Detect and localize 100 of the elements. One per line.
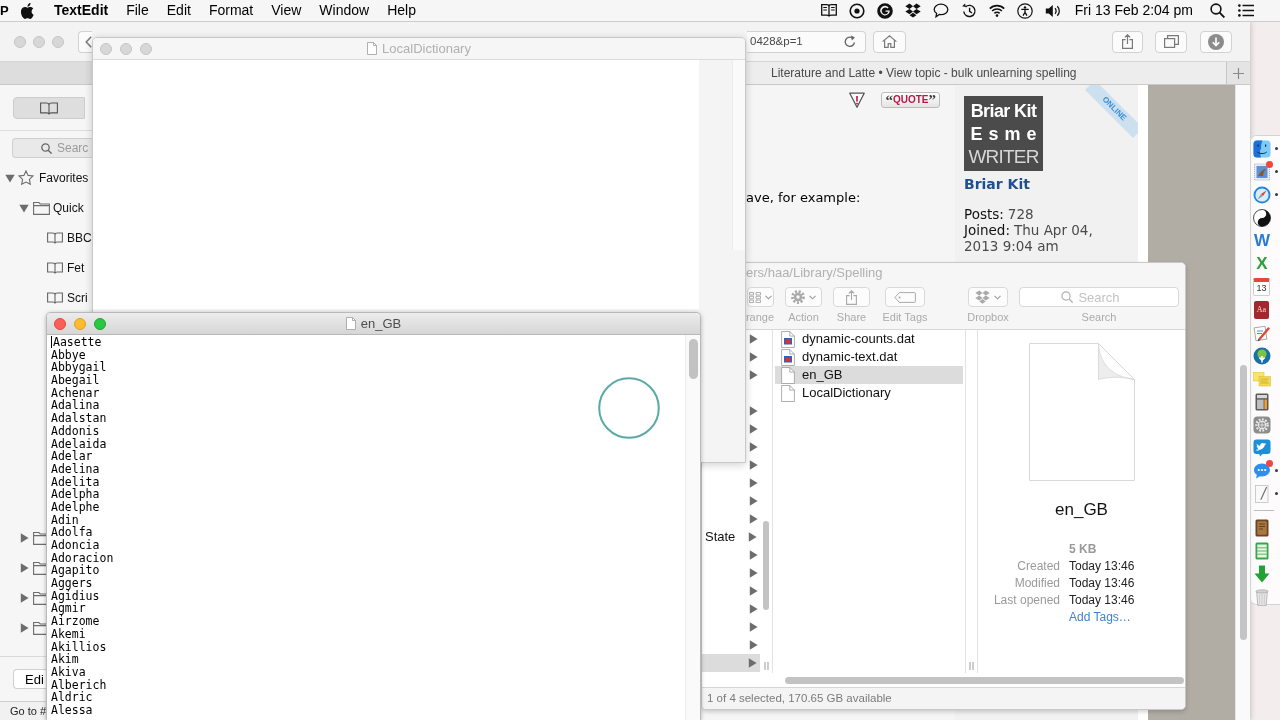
postage-stamp-icon[interactable] [1253,162,1271,181]
pencil-paper-icon[interactable] [1253,323,1271,342]
paper-pen-icon[interactable] [1253,484,1271,503]
target-icon[interactable] [848,2,865,19]
accessibility-icon[interactable] [1016,2,1033,19]
finder-item[interactable]: dynamic-counts.dat [775,330,963,348]
add-tags-link[interactable]: Add Tags… [1069,609,1185,626]
calculator-icon[interactable] [1253,392,1271,411]
search-field[interactable]: Searc [12,138,92,158]
finder-item[interactable]: en_GB [775,366,963,384]
menu-extra-glyph[interactable]: P [0,4,10,17]
reload-icon[interactable] [844,35,856,48]
menu-item[interactable]: Format [208,0,254,21]
address-field[interactable]: 0428&p=1 [747,30,866,53]
quote-button[interactable]: “QUOTE” [881,92,940,108]
tag-icon [894,291,916,303]
smiling-face-icon[interactable] [1253,139,1271,158]
yin-yang-icon[interactable] [1253,208,1271,227]
new-tab-button[interactable] [1226,62,1250,84]
detail-value: Today 13:46 [1069,558,1136,575]
search-field[interactable]: Search [1019,287,1179,307]
dictionary-word: Adalina [51,399,100,413]
scrollbar-thumb[interactable] [785,676,1184,684]
browser-tab[interactable]: Literature and Latte • View topic - bulk unlearning spelling [746,62,1226,84]
disclosure-triangle-icon[interactable] [19,563,29,573]
app-menu[interactable]: TextEdit [54,0,109,21]
sidebar-item-label[interactable]: Fet [67,259,85,277]
disclosure-triangle-icon[interactable] [19,623,29,633]
warning-icon[interactable] [849,92,866,108]
document-icon [345,317,356,330]
speaker-icon[interactable] [1044,3,1061,18]
speech-bubble-icon[interactable] [932,3,949,18]
book-icon[interactable] [1253,518,1271,537]
dictionary-word: Adoracion [51,551,115,565]
disclosure-triangle-icon[interactable] [19,533,29,543]
sidebar-item-label[interactable]: BBC [67,229,92,247]
circle-swirl-icon[interactable] [876,2,893,19]
sidebar-item-label[interactable]: Quick [53,199,84,217]
dictionary-word: Agmir [51,602,86,616]
detail-value: Today 13:46 [1069,592,1136,609]
wifi-icon[interactable] [988,4,1005,17]
apple-logo-icon[interactable] [21,2,34,19]
search-icon[interactable] [1210,3,1225,18]
zoom-button[interactable] [94,317,106,330]
share-button[interactable] [1112,30,1143,53]
app-letter-logo[interactable]: W [1253,231,1271,250]
scrollbar-thumb[interactable] [763,521,769,610]
dictionary-word: Achenar [51,386,101,400]
disclosure-triangle-icon[interactable] [5,173,15,183]
profile-field: Posts: 728 [964,206,1114,222]
sidebar-item-label[interactable]: Favorites [39,169,89,187]
finder-item[interactable]: LocalDictionary [775,384,963,402]
book-icon [47,232,63,244]
book-icon[interactable] [820,4,837,17]
gear-icon[interactable] [1253,415,1271,434]
clock-arrow-icon[interactable] [960,2,977,19]
document-icon [781,384,795,402]
menu-item[interactable]: Help [387,0,416,21]
finder-item[interactable]: dynamic-text.dat [775,348,963,366]
dictionary-word: Agidius [51,589,101,603]
downloads-button[interactable] [1200,30,1232,53]
down-arrow-icon[interactable] [1253,564,1271,583]
avatar-text: Briar Kit [970,100,1037,121]
compass-icon[interactable] [1253,185,1271,204]
dropbox-icon[interactable] [904,3,921,18]
share-icon [846,289,857,305]
column-resize-handle-icon[interactable] [969,662,974,670]
menu-item[interactable]: Window [319,0,370,21]
dictionary-word: Akim [51,653,79,666]
disclosure-triangle-icon[interactable] [19,203,29,213]
dictionary-word: Adelphe [51,500,101,514]
back-button[interactable] [78,30,92,53]
sidebar-tab[interactable] [13,97,85,119]
profile-name-link[interactable]: Briar Kit [964,176,1138,192]
column-resize-handle-icon[interactable] [763,662,769,670]
scrollbar-thumb[interactable] [688,339,698,379]
bird-icon[interactable] [1253,438,1271,457]
dictionary-word: Aldric [51,691,94,704]
edit-button[interactable]: Edi [13,669,46,689]
menu-item[interactable]: Edit [166,0,191,21]
tabs-button[interactable] [1155,30,1187,53]
dictionary-word: Adalstan [51,412,108,425]
toolbar-label: Edit Tags [882,311,928,323]
list-icon[interactable] [1238,4,1254,17]
close-button[interactable] [54,317,66,330]
sidebar-item-label[interactable]: Scri [67,289,88,307]
grid-icon [748,291,761,303]
calendar-tile[interactable]: 13 [1253,277,1270,296]
column-item[interactable]: State [702,528,760,546]
gear-icon [791,290,805,304]
column-item[interactable] [702,654,760,672]
book-tile[interactable]: Aa [1254,300,1269,319]
tree-icon[interactable] [1253,346,1271,365]
scrollbar-thumb[interactable] [1239,365,1247,640]
disclosure-triangle-icon[interactable] [19,593,29,603]
dictionary-word: Adin [51,513,80,527]
menu-clock[interactable]: Fri 13 Feb 2:04 pm [1074,0,1193,21]
menu-item[interactable]: File [126,0,149,21]
home-button[interactable] [873,30,906,53]
menu-item[interactable]: View [271,0,302,21]
